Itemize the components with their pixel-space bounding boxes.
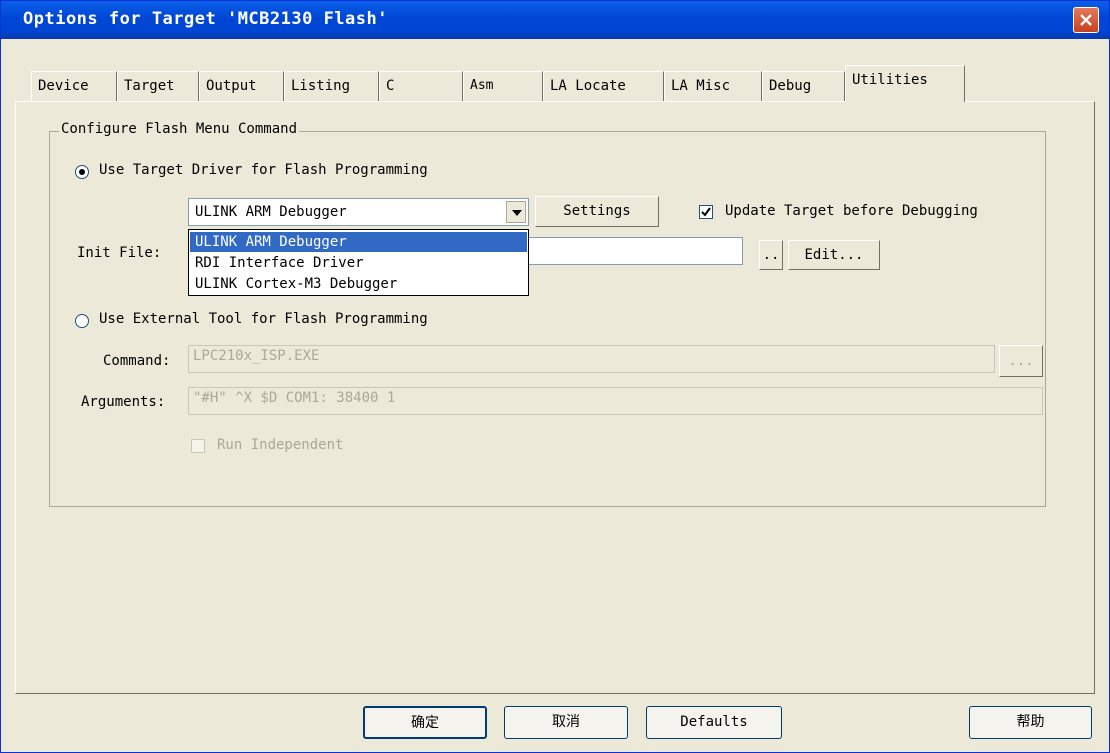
arguments-input[interactable]: "#H" ^X $D COM1: 38400 1 bbox=[188, 387, 1043, 415]
run-independent-label: Run Independent bbox=[217, 437, 344, 453]
update-target-label: Update Target before Debugging bbox=[725, 203, 978, 219]
target-driver-label: Use Target Driver for Flash Programming bbox=[99, 162, 428, 178]
tab-label: Asm bbox=[470, 78, 494, 93]
defaults-label: Defaults bbox=[680, 714, 748, 730]
tab-label: Debug bbox=[769, 78, 812, 94]
tab-label: C bbox=[386, 78, 395, 94]
options-dialog: Options for Target 'MCB2130 Flash' Devic… bbox=[0, 0, 1110, 753]
tab-listing[interactable]: Listing bbox=[284, 71, 379, 101]
settings-label: Settings bbox=[563, 203, 631, 219]
external-tool-radio[interactable] bbox=[75, 314, 89, 328]
settings-button[interactable]: Settings bbox=[535, 196, 659, 227]
arguments-value: "#H" ^X $D COM1: 38400 1 bbox=[193, 390, 396, 406]
cancel-button[interactable]: 取消 bbox=[504, 706, 628, 739]
title-bar[interactable]: Options for Target 'MCB2130 Flash' bbox=[1, 1, 1109, 39]
run-independent-checkbox[interactable] bbox=[191, 439, 205, 453]
edit-label: Edit... bbox=[804, 247, 864, 263]
tab-debug[interactable]: Debug bbox=[762, 71, 845, 101]
update-target-checkbox[interactable] bbox=[699, 205, 713, 219]
chevron-down-icon[interactable] bbox=[506, 201, 526, 223]
ok-label: 确定 bbox=[411, 715, 439, 731]
target-driver-radio[interactable] bbox=[75, 165, 89, 179]
tab-label: Device bbox=[38, 78, 89, 94]
help-button[interactable]: 帮助 bbox=[969, 706, 1092, 739]
driver-dropdown-list[interactable]: ULINK ARM Debugger RDI Interface Driver … bbox=[188, 229, 529, 296]
defaults-button[interactable]: Defaults bbox=[646, 706, 782, 739]
tab-utilities[interactable]: Utilities bbox=[845, 65, 965, 102]
tab-label: Target bbox=[124, 78, 175, 94]
tab-label: Listing bbox=[291, 78, 351, 94]
browse-label: ... bbox=[1008, 353, 1034, 369]
tab-asm[interactable]: Asm bbox=[463, 71, 543, 101]
command-label: Command: bbox=[103, 353, 171, 369]
checkmark-icon bbox=[701, 207, 711, 217]
group-label: Configure Flash Menu Command bbox=[59, 121, 300, 137]
cancel-label: 取消 bbox=[552, 714, 580, 730]
driver-option[interactable]: ULINK Cortex-M3 Debugger bbox=[190, 274, 527, 294]
tab-label: Utilities bbox=[852, 72, 928, 88]
tab-label: LA Locate bbox=[550, 78, 626, 94]
command-value: LPC210x_ISP.EXE bbox=[193, 348, 320, 364]
command-browse-button[interactable]: ... bbox=[999, 345, 1043, 377]
tab-label: Output bbox=[206, 78, 257, 94]
close-button[interactable] bbox=[1073, 7, 1099, 33]
arguments-label: Arguments: bbox=[81, 394, 166, 410]
tab-output[interactable]: Output bbox=[199, 71, 284, 101]
init-file-label: Init File: bbox=[77, 245, 162, 261]
driver-select-value: ULINK ARM Debugger bbox=[195, 204, 347, 220]
tab-label: LA Misc bbox=[671, 78, 731, 94]
tab-device[interactable]: Device bbox=[31, 71, 117, 101]
window-title: Options for Target 'MCB2130 Flash' bbox=[23, 9, 388, 29]
help-label: 帮助 bbox=[1016, 714, 1045, 730]
external-tool-label: Use External Tool for Flash Programming bbox=[99, 311, 428, 327]
driver-option[interactable]: RDI Interface Driver bbox=[190, 253, 527, 273]
driver-select[interactable]: ULINK ARM Debugger bbox=[188, 198, 529, 226]
close-icon bbox=[1080, 14, 1092, 26]
tab-target[interactable]: Target bbox=[117, 71, 199, 101]
init-file-browse-button[interactable]: .. bbox=[759, 240, 783, 270]
tab-la-locate[interactable]: LA Locate bbox=[543, 71, 664, 101]
driver-option[interactable]: ULINK ARM Debugger bbox=[190, 232, 527, 252]
tab-c[interactable]: C bbox=[379, 71, 463, 101]
command-input[interactable]: LPC210x_ISP.EXE bbox=[188, 345, 995, 373]
ok-button[interactable]: 确定 bbox=[363, 706, 487, 739]
tab-la-misc[interactable]: LA Misc bbox=[664, 71, 762, 101]
edit-button[interactable]: Edit... bbox=[788, 240, 880, 270]
browse-label: .. bbox=[762, 247, 780, 263]
